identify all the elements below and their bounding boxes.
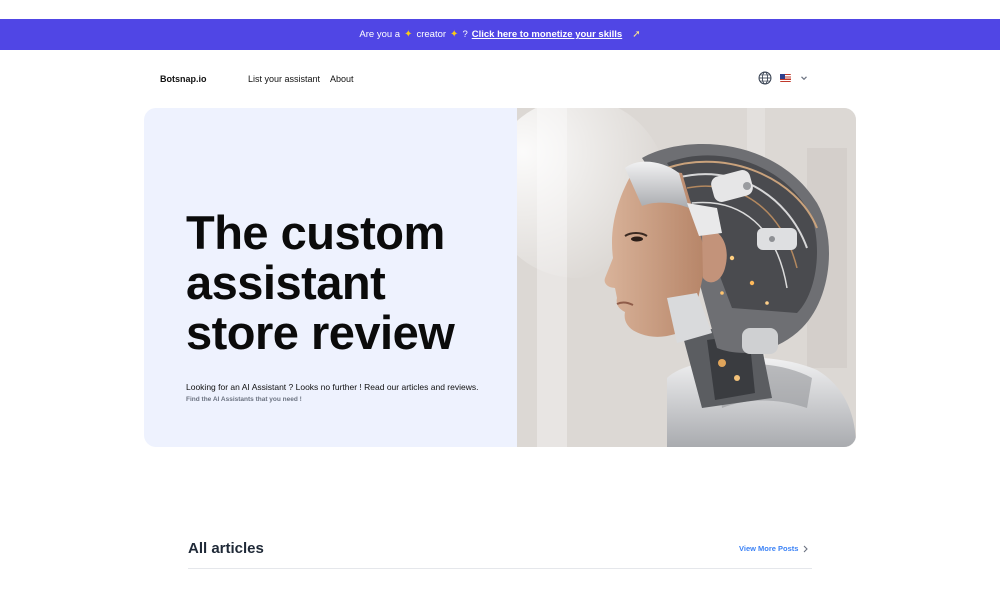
articles-divider [188,568,812,569]
view-more-label: View More Posts [739,544,799,553]
hero-description: Looking for an AI Assistant ? Looks no f… [186,382,479,392]
navbar: Botsnap.io List your assistant About [0,50,1000,108]
hero-subtitle: Find the AI Assistants that you need ! [186,396,302,403]
sparkles-icon-2: ✦ [450,29,459,40]
robot-woman-illustration [517,108,856,447]
chevron-down-icon[interactable] [799,73,809,83]
view-more-posts-link[interactable]: View More Posts [739,544,809,553]
sparkles-icon: ✦ [404,29,413,40]
hero-text-panel: The custom assistant store review Lookin… [144,108,517,447]
nav-link-about[interactable]: About [330,74,354,84]
hero-section: The custom assistant store review Lookin… [144,108,856,447]
rocket-icon: ➚ [632,29,641,40]
hero-robot-image [517,108,856,447]
nav-utilities [758,71,809,85]
globe-icon[interactable] [758,71,772,85]
banner-prefix-text: Are you a [359,29,401,40]
brand-logo[interactable]: Botsnap.io [160,74,207,84]
all-articles-title: All articles [188,540,264,557]
nav-links: List your assistant About [248,74,354,84]
us-flag-icon[interactable] [780,74,791,82]
banner-question-text: ? [462,29,468,40]
nav-link-list-assistant[interactable]: List your assistant [248,74,320,84]
banner-creator-text: creator [416,29,447,40]
monetize-skills-link[interactable]: Click here to monetize your skills [472,29,622,40]
chevron-right-icon [804,545,809,552]
announcement-banner: Are you a ✦ creator ✦ ? Click here to mo… [0,19,1000,50]
hero-title: The custom assistant store review [186,206,455,359]
